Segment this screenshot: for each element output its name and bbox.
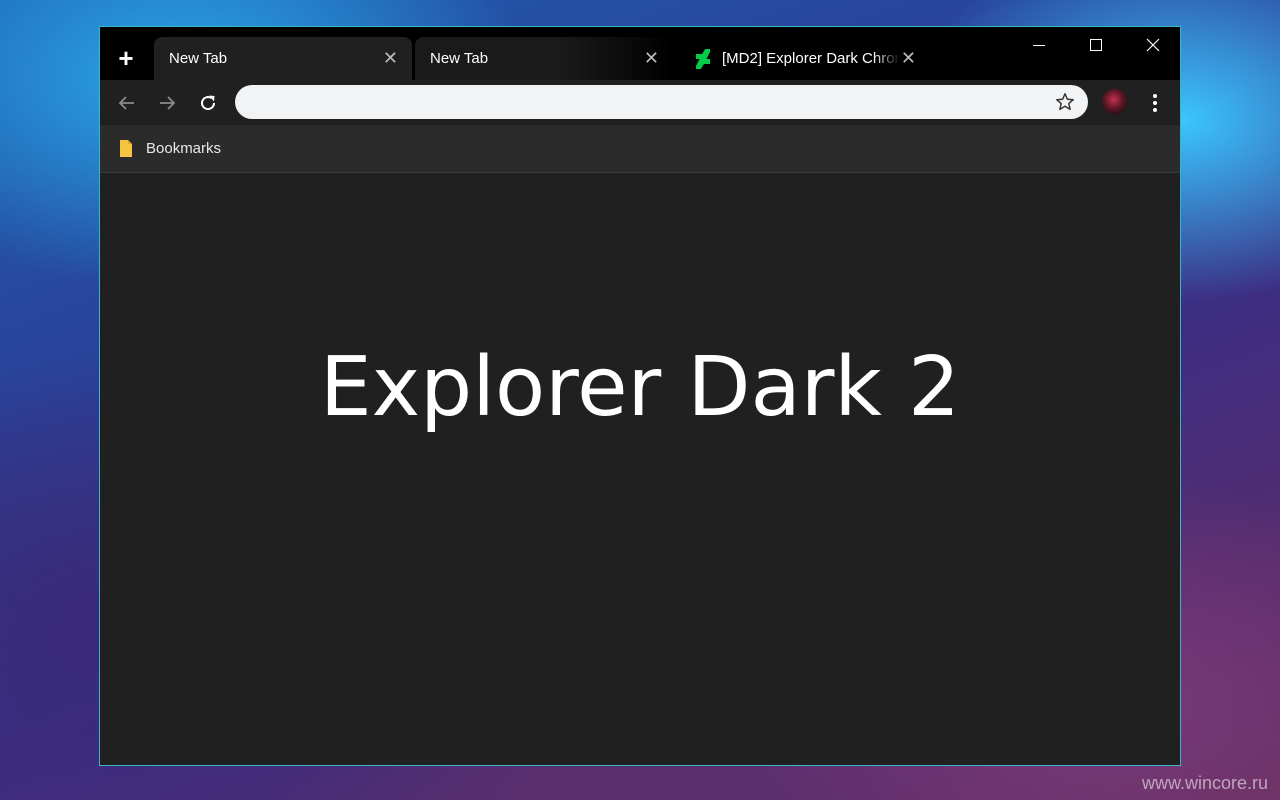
forward-button[interactable] — [154, 90, 180, 116]
browser-window: + New Tab ✕ New Tab ✕ [MD2] Explorer Dar… — [99, 26, 1181, 766]
tab-title: New Tab — [430, 50, 489, 67]
profile-avatar[interactable] — [1102, 89, 1128, 115]
star-icon[interactable] — [1054, 91, 1076, 113]
bookmark-label: Bookmarks — [146, 140, 222, 157]
tab-close-icon[interactable]: ✕ — [383, 48, 398, 69]
tab-close-icon[interactable]: ✕ — [901, 48, 916, 69]
minimize-icon — [1033, 45, 1045, 46]
tab-title: New Tab — [169, 50, 228, 67]
address-bar[interactable] — [235, 85, 1088, 121]
arrow-right-icon — [160, 96, 176, 110]
close-window-button[interactable] — [1125, 33, 1180, 57]
back-button[interactable] — [114, 90, 140, 116]
page-title: Explorer Dark 2 — [319, 340, 961, 435]
bookmarks-bar: Bookmarks — [100, 125, 1180, 173]
minimize-button[interactable] — [1011, 33, 1067, 57]
more-vertical-icon — [1153, 94, 1157, 112]
tab-close-icon[interactable]: ✕ — [644, 48, 659, 69]
reload-button[interactable] — [195, 90, 221, 116]
watermark: www.wincore.ru — [1141, 773, 1268, 793]
tab-explorer-dark[interactable]: [MD2] Explorer Dark Chrome ✕ — [680, 37, 930, 80]
maximize-icon — [1090, 39, 1102, 51]
address-input[interactable] — [253, 85, 1037, 121]
tab-new-tab-2[interactable]: New Tab ✕ — [415, 37, 673, 80]
arrow-left-icon — [118, 96, 134, 110]
tab-title: [MD2] Explorer Dark Chrome — [722, 50, 900, 67]
tab-strip: + New Tab ✕ New Tab ✕ [MD2] Explorer Dar… — [100, 27, 1180, 80]
toolbar — [100, 80, 1180, 125]
deviantart-icon — [696, 49, 710, 69]
tab-new-tab-1[interactable]: New Tab ✕ — [154, 37, 412, 80]
page-content: Explorer Dark 2 — [100, 174, 1180, 765]
menu-button[interactable] — [1143, 90, 1167, 116]
close-icon — [1146, 38, 1160, 52]
reload-icon — [201, 95, 216, 111]
folder-icon — [120, 140, 132, 157]
maximize-button[interactable] — [1068, 33, 1124, 57]
new-tab-button[interactable]: + — [110, 45, 142, 72]
